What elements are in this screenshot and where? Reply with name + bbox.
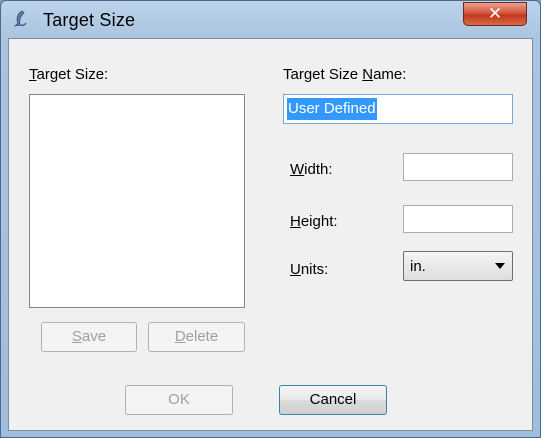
window-title: Target Size	[43, 10, 136, 30]
chevron-down-icon	[495, 263, 505, 269]
save-button[interactable]: Save	[41, 322, 137, 352]
ok-button[interactable]: OK	[125, 385, 233, 415]
units-select-value: in.	[410, 258, 426, 275]
target-size-name-input[interactable]: User Defined	[283, 94, 513, 124]
target-size-name-value: User Defined	[287, 98, 377, 120]
target-size-name-label: Target Size Name:	[283, 66, 407, 83]
height-label: Height:	[290, 213, 338, 230]
width-label: Width:	[290, 161, 333, 178]
cancel-button[interactable]: Cancel	[279, 385, 387, 415]
dialog-body: Target Size: Target Size Name: User Defi…	[8, 38, 533, 431]
app-icon	[13, 10, 27, 27]
close-button[interactable]: ✕	[463, 2, 527, 26]
units-select[interactable]: in.	[403, 251, 513, 281]
target-size-label: Target Size:	[29, 66, 109, 83]
width-input[interactable]	[403, 153, 513, 181]
dialog-window: Target Size ✕ Target Size: Target Size N…	[0, 0, 541, 438]
title-bar[interactable]: Target Size ✕	[1, 1, 540, 37]
target-size-list[interactable]	[29, 94, 245, 308]
units-label: Units:	[290, 261, 329, 278]
height-input[interactable]	[403, 205, 513, 233]
delete-button[interactable]: Delete	[148, 322, 245, 352]
close-icon: ✕	[487, 4, 503, 24]
